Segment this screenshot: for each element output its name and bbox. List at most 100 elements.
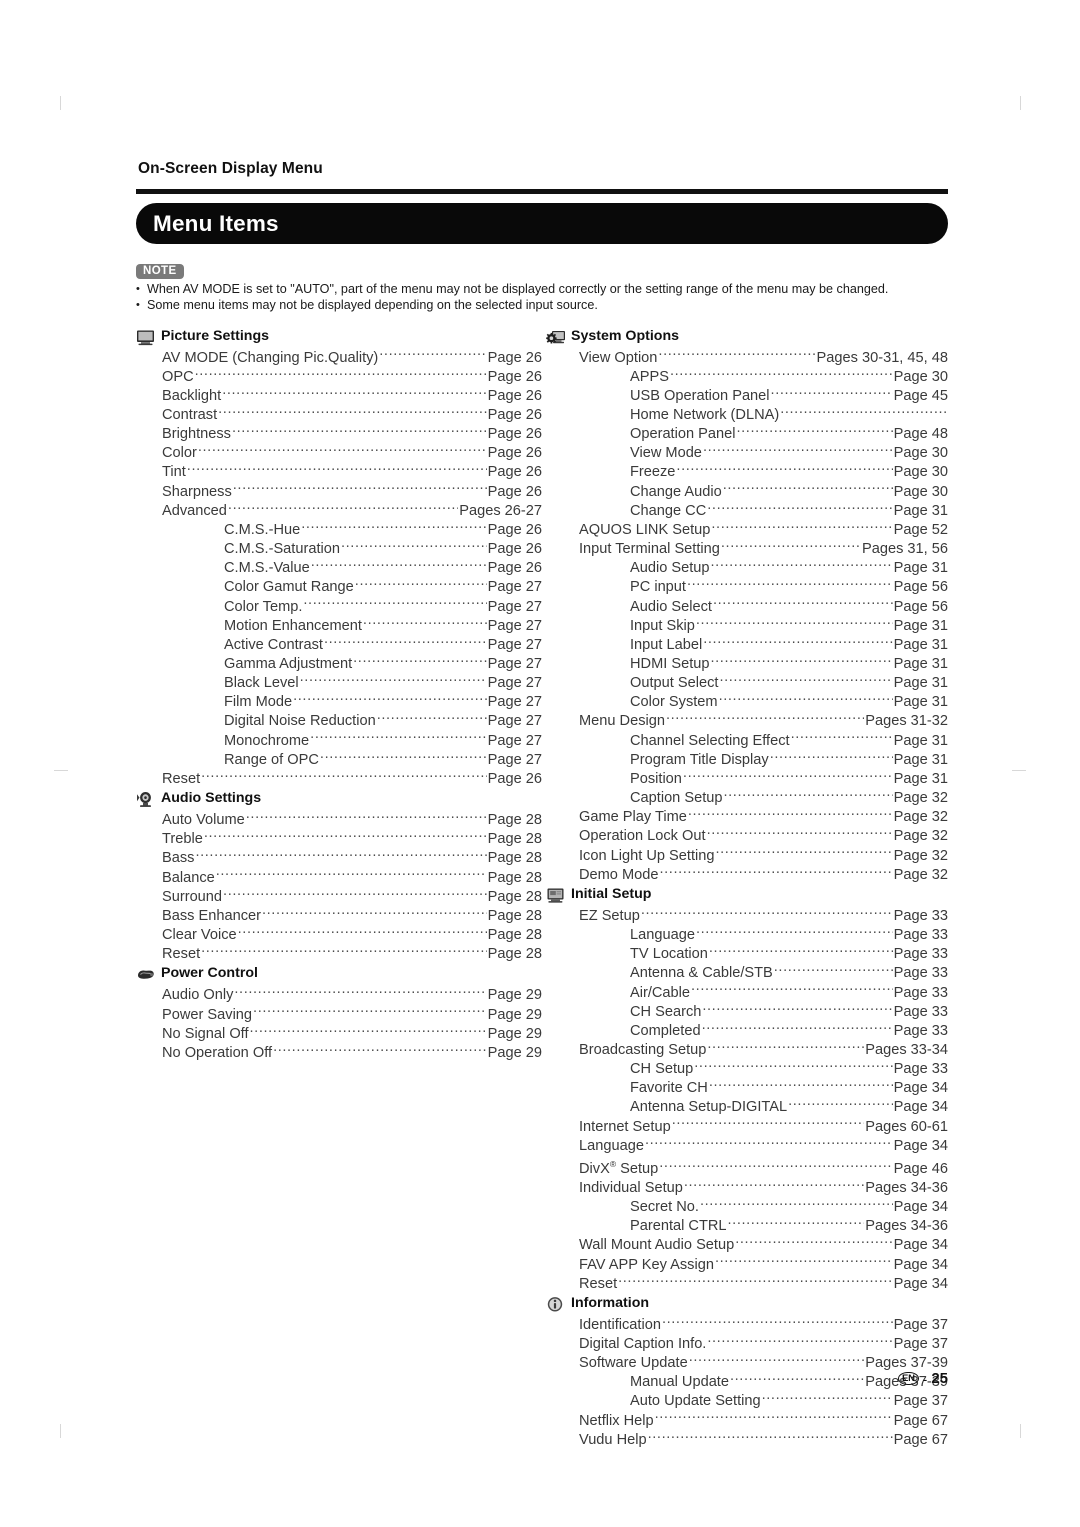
toc-entry[interactable]: Demo Mode Page 32 (546, 865, 948, 884)
toc-entry[interactable]: Home Network (DLNA) (546, 405, 948, 424)
toc-entry[interactable]: Language Page 33 (546, 925, 948, 944)
toc-entry[interactable]: No Operation Off Page 29 (136, 1043, 542, 1062)
toc-entry[interactable]: Output Select Page 31 (546, 673, 948, 692)
toc-entry-page: Page 30 (893, 445, 948, 462)
toc-entry[interactable]: Antenna Setup-DIGITAL Page 34 (546, 1097, 948, 1116)
toc-entry-page: Page 31 (893, 732, 948, 749)
toc-entry[interactable]: Tint Page 26 (136, 462, 542, 481)
toc-entry[interactable]: FAV APP Key Assign Page 34 (546, 1255, 948, 1274)
toc-entry[interactable]: C.M.S.-Saturation Page 26 (136, 539, 542, 558)
toc-entry[interactable]: Parental CTRL Pages 34-36 (546, 1216, 948, 1235)
toc-entry[interactable]: Menu Design Pages 31-32 (546, 711, 948, 730)
toc-entry[interactable]: Input Skip Page 31 (546, 616, 948, 635)
toc-entry[interactable]: Backlight Page 26 (136, 386, 542, 405)
toc-entry[interactable]: Netflix Help Page 67 (546, 1411, 948, 1430)
toc-entry[interactable]: Language Page 34 (546, 1136, 948, 1155)
toc-entry[interactable]: EZ Setup Page 33 (546, 906, 948, 925)
toc-list: View Option Pages 30-31, 45, 48 APPS Page 3… (546, 348, 948, 884)
toc-entry[interactable]: Reset Page 28 (136, 944, 542, 963)
toc-entry[interactable]: Caption Setup Page 32 (546, 788, 948, 807)
toc-entry[interactable]: Manual UpdatePages 37-39 (546, 1372, 948, 1391)
toc-entry[interactable]: Game Play Time Page 32 (546, 807, 948, 826)
toc-entry[interactable]: Change CC Page 31 (546, 501, 948, 520)
toc-entry[interactable]: Operation Lock Out Page 32 (546, 826, 948, 845)
toc-entry[interactable]: Digital Caption Info. Page 37 (546, 1334, 948, 1353)
toc-entry[interactable]: Auto Volume Page 28 (136, 810, 542, 829)
toc-entry[interactable]: Input Terminal Setting Pages 31, 56 (546, 539, 948, 558)
toc-entry[interactable]: Black Level Page 27 (136, 673, 542, 692)
toc-dot-leader (689, 1353, 865, 1367)
toc-entry[interactable]: Program Title Display Page 31 (546, 750, 948, 769)
toc-entry[interactable]: Film Mode Page 27 (136, 692, 542, 711)
toc-entry[interactable]: Reset Page 34 (546, 1274, 948, 1293)
toc-entry[interactable]: Secret No. Page 34 (546, 1197, 948, 1216)
toc-entry-label: Clear Voice (162, 927, 237, 944)
toc-entry[interactable]: HDMI Setup Page 31 (546, 654, 948, 673)
toc-entry[interactable]: CH Setup Page 33 (546, 1059, 948, 1078)
toc-entry[interactable]: View Mode Page 30 (546, 443, 948, 462)
toc-entry[interactable]: Antenna & Cable/STB Page 33 (546, 963, 948, 982)
toc-entry[interactable]: Favorite CH Page 34 (546, 1078, 948, 1097)
toc-entry[interactable]: AQUOS LINK Setup Page 52 (546, 520, 948, 539)
toc-entry[interactable]: Digital Noise Reduction Page 27 (136, 711, 542, 730)
toc-dot-leader (250, 1024, 487, 1038)
toc-entry[interactable]: Advanced Pages 26-27 (136, 501, 542, 520)
toc-entry[interactable]: Broadcasting Setup Pages 33-34 (546, 1040, 948, 1059)
toc-entry[interactable]: PC input Page 56 (546, 577, 948, 596)
toc-entry[interactable]: Brightness Page 26 (136, 424, 542, 443)
toc-entry[interactable]: Auto Update Setting Page 37 (546, 1391, 948, 1410)
toc-entry[interactable]: C.M.S.-Value Page 26 (136, 558, 542, 577)
toc-entry-label: PC input (630, 579, 686, 596)
toc-entry[interactable]: CH Search Page 33 (546, 1002, 948, 1021)
toc-entry[interactable]: Color Gamut Range Page 27 (136, 577, 542, 596)
toc-entry[interactable]: Balance Page 28 (136, 868, 542, 887)
toc-entry[interactable]: OPC Page 26 (136, 367, 542, 386)
toc-entry[interactable]: Color Page 26 (136, 443, 542, 462)
toc-entry[interactable]: Individual Setup Pages 34-36 (546, 1178, 948, 1197)
toc-entry[interactable]: Internet Setup Pages 60-61 (546, 1117, 948, 1136)
toc-entry[interactable]: C.M.S.-Hue Page 26 (136, 520, 542, 539)
toc-entry[interactable]: Contrast Page 26 (136, 405, 542, 424)
toc-entry[interactable]: Operation Panel Page 48 (546, 424, 948, 443)
toc-entry[interactable]: Audio Select Page 56 (546, 597, 948, 616)
toc-entry[interactable]: Color System Page 31 (546, 692, 948, 711)
toc-entry[interactable]: TV Location Page 33 (546, 944, 948, 963)
toc-entry[interactable]: Channel Selecting Effect Page 31 (546, 731, 948, 750)
toc-entry[interactable]: Motion Enhancement Page 27 (136, 616, 542, 635)
toc-entry[interactable]: AV MODE (Changing Pic.Quality) Page 26 (136, 348, 542, 367)
toc-entry[interactable]: View Option Pages 30-31, 45, 48 (546, 348, 948, 367)
toc-entry[interactable]: Reset Page 26 (136, 769, 542, 788)
toc-entry[interactable]: Gamma Adjustment Page 27 (136, 654, 542, 673)
toc-entry[interactable]: Software UpdatePages 37-39 (546, 1353, 948, 1372)
toc-entry[interactable]: Completed Page 33 (546, 1021, 948, 1040)
toc-entry[interactable]: Freeze Page 30 (546, 462, 948, 481)
toc-entry[interactable]: Treble Page 28 (136, 829, 542, 848)
toc-entry[interactable]: Active Contrast Page 27 (136, 635, 542, 654)
toc-entry[interactable]: Surround Page 28 (136, 887, 542, 906)
toc-entry[interactable]: Sharpness Page 26 (136, 482, 542, 501)
toc-entry[interactable]: USB Operation Panel Page 45 (546, 386, 948, 405)
toc-entry[interactable]: Identification Page 37 (546, 1315, 948, 1334)
toc-entry[interactable]: APPS Page 30 (546, 367, 948, 386)
toc-entry[interactable]: Range of OPC Page 27 (136, 750, 542, 769)
toc-dot-leader (355, 577, 487, 591)
toc-entry[interactable]: Bass Page 28 (136, 848, 542, 867)
toc-entry[interactable]: Change Audio Page 30 (546, 482, 948, 501)
toc-entry[interactable]: Icon Light Up Setting Page 32 (546, 846, 948, 865)
toc-entry-page: Page 32 (893, 828, 948, 845)
toc-entry[interactable]: Air/Cable Page 33 (546, 983, 948, 1002)
toc-entry[interactable]: Clear Voice Page 28 (136, 925, 542, 944)
toc-entry[interactable]: Bass Enhancer Page 28 (136, 906, 542, 925)
toc-entry[interactable]: Audio Only Page 29 (136, 985, 542, 1004)
toc-entry[interactable]: Wall Mount Audio Setup Page 34 (546, 1235, 948, 1254)
toc-entry[interactable]: DivX® Setup Page 46 (546, 1155, 948, 1178)
toc-entry[interactable]: Vudu Help Page 67 (546, 1430, 948, 1449)
toc-entry[interactable]: No Signal Off Page 29 (136, 1024, 542, 1043)
toc-entry[interactable]: Color Temp. Page 27 (136, 597, 542, 616)
toc-entry[interactable]: Monochrome Page 27 (136, 731, 542, 750)
toc-entry-page: Page 52 (893, 521, 948, 538)
toc-entry[interactable]: Input Label Page 31 (546, 635, 948, 654)
toc-entry[interactable]: Position Page 31 (546, 769, 948, 788)
toc-entry[interactable]: Audio Setup Page 31 (546, 558, 948, 577)
toc-entry[interactable]: Power Saving Page 29 (136, 1005, 542, 1024)
